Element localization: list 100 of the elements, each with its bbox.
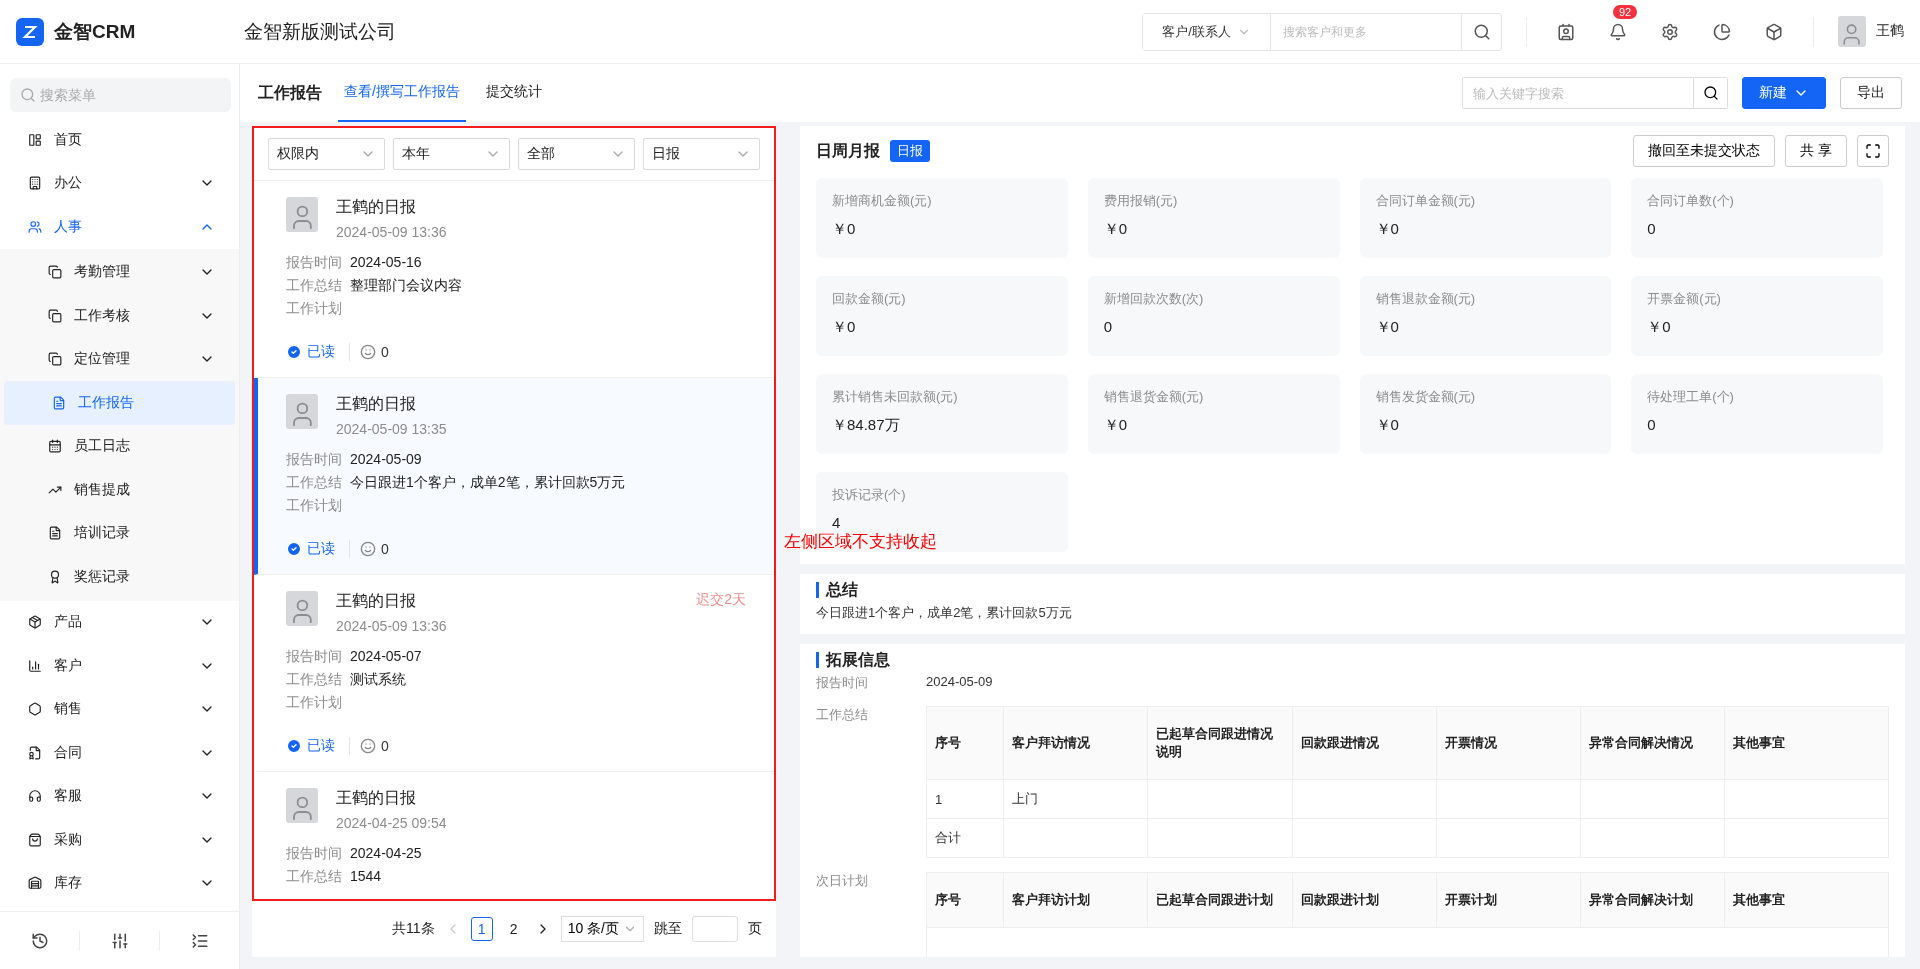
field-value: 2024-05-09 [350,451,422,469]
report-time: 2024-05-09 13:35 [336,421,448,437]
search-icon [1702,85,1719,101]
menu-item[interactable]: 销售 [0,687,239,731]
menu-item[interactable]: 客户 [0,644,239,688]
fullscreen-icon [1865,143,1881,159]
stat-value: 0 [1647,220,1657,237]
read-status: 已读 [307,540,335,558]
global-search-field[interactable]: 客户/联系人 搜索客户和更多 [1142,12,1502,51]
menu-item[interactable]: 人事 [0,205,239,249]
page-title: 工作报告 [258,82,322,103]
menu-item[interactable]: 产品 [0,600,239,644]
menu-item[interactable]: 首页 [0,118,239,162]
new-button[interactable]: 新建 [1742,77,1826,109]
menu-item[interactable]: 客服 [0,774,239,818]
menu-item[interactable]: 办公 [0,161,239,205]
field-value: 1544 [350,868,382,886]
field-value: 2024-05-16 [350,254,422,272]
report-type-tag: 日报 [890,140,930,162]
report-title: 王鹤的日报 [336,197,417,217]
menu-item[interactable]: 采购 [0,818,239,862]
column-header: 客户拜访计划 [1003,872,1148,928]
submenu-item-icon [48,308,62,323]
stat-label: 累计销售未回款额(元) [832,388,959,406]
report-time: 2024-04-25 09:54 [336,815,448,831]
submenu-item[interactable]: 定位管理 [0,337,239,381]
fullscreen-button[interactable] [1857,135,1889,167]
page-size-dropdown[interactable]: 10 条/页 [560,916,644,942]
comment-icon [360,541,376,557]
filter-dropdown[interactable]: 权限内 [268,138,385,170]
menu-item-icon [28,132,42,147]
submenu-item[interactable]: 工作考核 [0,294,239,338]
search-button[interactable] [1693,78,1727,108]
menu-item-icon [28,745,42,760]
stat-value: ￥0 [1375,220,1400,239]
field-value: 2024-05-09 [926,674,994,689]
detail-title: 日周月报 [816,140,880,161]
filter-dropdown[interactable]: 全部 [518,138,635,170]
withdraw-button[interactable]: 撤回至未提交状态 [1633,135,1776,167]
submenu-item-icon [52,395,66,410]
stat-value: ￥0 [1103,416,1129,435]
submenu-item-icon [48,569,62,584]
stat-label: 投诉记录(个) [832,486,907,504]
share-button[interactable]: 共 享 [1785,135,1847,167]
company-name: 金智新版测试公司 [244,19,397,44]
menu-item-icon [28,658,42,673]
report-title: 王鹤的日报 [336,591,417,611]
summary-text: 今日跟进1个客户，成单2笔，累计回款5万元 [816,604,1073,622]
search-scope-dropdown[interactable]: 客户/联系人 [1143,13,1271,50]
avatar-placeholder [1838,16,1866,47]
menu-item-icon [28,176,42,191]
section-title: 拓展信息 [816,652,1889,668]
field-label: 工作总结 [816,706,869,724]
submenu-item[interactable]: 工作报告 [4,381,235,425]
menu-item[interactable]: 库存 [0,861,239,905]
user-name[interactable]: 王鹤 [1876,22,1904,41]
stat-value: ￥0 [1375,318,1400,337]
stat-label: 销售发货金额(元) [1375,388,1477,406]
menu-item-icon [28,789,42,804]
submenu-item[interactable]: 员工日志 [0,424,239,468]
field-label: 报告时间 [816,674,869,692]
field-value: 整理部门会议内容 [350,277,462,295]
page-jump-field[interactable] [692,916,738,942]
keyword-search-field[interactable]: 输入关键字搜索 [1462,77,1728,109]
table-cell: 合计 [926,818,1004,858]
logo-icon [16,17,44,46]
submenu-item[interactable]: 销售提成 [0,468,239,512]
filter-dropdown[interactable]: 本年 [393,138,510,170]
menu-item-icon [28,615,42,630]
table-cell: 上门 [1003,779,1148,819]
submenu-item[interactable]: 奖惩记录 [0,555,239,599]
submenu-item[interactable]: 考勤管理 [0,250,239,294]
stat-value: ￥0 [832,318,857,337]
submenu-item[interactable]: 培训记录 [0,511,239,555]
field-label: 工作总结 [286,474,342,492]
field-label: 报告时间 [286,254,342,272]
read-status: 已读 [307,343,335,361]
total-count: 共11条 [392,920,435,938]
stat-value: 4 [832,514,842,531]
column-header: 异常合同解决情况 [1580,706,1725,780]
notification-badge: 92 [1613,4,1638,19]
page-number[interactable]: 1 [470,917,493,941]
report-card[interactable]: 王鹤的日报 2024-05-09 13:35 报告时间 2024-05-09 工作总结 今日跟进1个客户，成单2笔，累计回款5万元 工作计划 已读 0 [254,378,774,575]
export-button[interactable]: 导出 [1840,77,1902,109]
tab[interactable]: 查看/撰写工作报告 [338,64,466,122]
check-icon [286,541,302,557]
comment-icon [360,738,376,754]
menu-item[interactable]: 合同 [0,731,239,775]
stat-value: 0 [1103,318,1114,335]
menu-item-icon [28,832,42,847]
tab[interactable]: 提交统计 [479,64,548,122]
field-label: 工作总结 [286,868,342,886]
column-header: 异常合同解决计划 [1580,872,1725,928]
stat-value: ￥84.87万 [832,416,901,435]
field-label: 工作计划 [286,497,342,515]
menu-search-field[interactable]: 搜索菜单 [10,78,231,112]
filter-dropdown[interactable]: 日报 [643,138,760,170]
comment-count: 0 [381,738,389,754]
submenu-item-icon [48,352,62,367]
report-time: 2024-05-09 13:36 [336,224,448,240]
